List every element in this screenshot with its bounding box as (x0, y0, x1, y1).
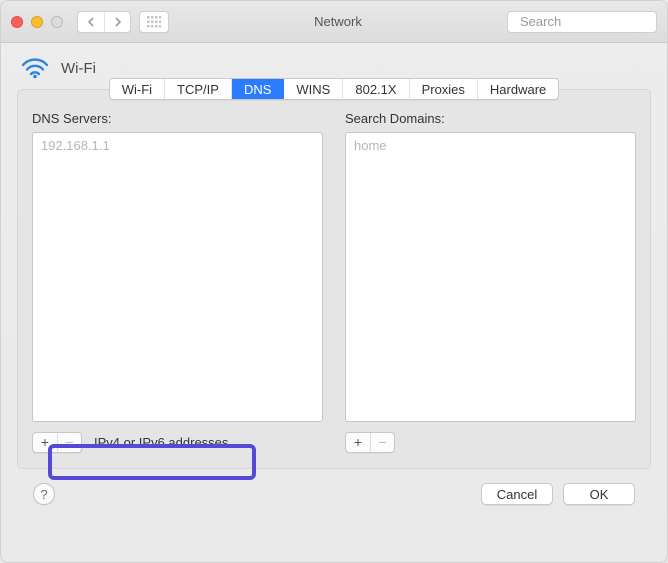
wifi-icon (21, 57, 49, 79)
help-button[interactable]: ? (33, 483, 55, 505)
dns-add-button[interactable]: + (33, 433, 57, 452)
close-window-button[interactable] (11, 16, 23, 28)
search-domains-controls: + − (345, 430, 636, 454)
titlebar: Network (1, 1, 667, 43)
dns-hint-label: IPv4 or IPv6 addresses (94, 435, 228, 450)
chevron-right-icon (114, 17, 122, 27)
interface-heading: Wi-Fi (17, 57, 651, 79)
grid-icon (147, 16, 161, 28)
tab-bar: Wi-Fi TCP/IP DNS WINS 802.1X Proxies Har… (32, 89, 636, 111)
dns-add-remove: + − (32, 432, 82, 453)
search-domains-label: Search Domains: (345, 111, 636, 126)
search-input[interactable] (520, 14, 668, 29)
search-domains-list[interactable]: home (345, 132, 636, 422)
back-button[interactable] (78, 12, 104, 32)
tab-tcpip[interactable]: TCP/IP (165, 79, 232, 99)
dns-servers-controls: + − IPv4 or IPv6 addresses (32, 430, 323, 454)
zoom-window-button[interactable] (51, 16, 63, 28)
tab-wins[interactable]: WINS (284, 79, 343, 99)
search-field[interactable] (507, 11, 657, 33)
list-item[interactable]: home (354, 137, 627, 155)
forward-button[interactable] (104, 12, 130, 32)
minimize-window-button[interactable] (31, 16, 43, 28)
footer: ? Cancel OK (17, 469, 651, 505)
window-controls (11, 16, 69, 28)
window-title: Network (177, 14, 499, 29)
interface-label: Wi-Fi (61, 60, 96, 77)
search-domains-column: Search Domains: home + − (345, 111, 636, 454)
dns-servers-label: DNS Servers: (32, 111, 323, 126)
chevron-left-icon (87, 17, 95, 27)
dns-remove-button[interactable]: − (57, 433, 81, 452)
tab-proxies[interactable]: Proxies (410, 79, 478, 99)
ok-button[interactable]: OK (563, 483, 635, 505)
tab-wifi[interactable]: Wi-Fi (110, 79, 165, 99)
dns-columns: DNS Servers: 192.168.1.1 + − IPv4 or IPv… (32, 111, 636, 454)
tab-hardware[interactable]: Hardware (478, 79, 558, 99)
settings-panel: Wi-Fi TCP/IP DNS WINS 802.1X Proxies Har… (17, 89, 651, 469)
domain-add-button[interactable]: + (346, 433, 370, 452)
list-item[interactable]: 192.168.1.1 (41, 137, 314, 155)
show-all-button[interactable] (139, 11, 169, 33)
dns-servers-column: DNS Servers: 192.168.1.1 + − IPv4 or IPv… (32, 111, 323, 454)
dns-servers-list[interactable]: 192.168.1.1 (32, 132, 323, 422)
tab-dns[interactable]: DNS (232, 79, 284, 99)
tab-8021x[interactable]: 802.1X (343, 79, 409, 99)
tab-segmented-control: Wi-Fi TCP/IP DNS WINS 802.1X Proxies Har… (109, 78, 560, 100)
cancel-button[interactable]: Cancel (481, 483, 553, 505)
domain-remove-button[interactable]: − (370, 433, 394, 452)
network-preferences-window: Network Wi-Fi Wi-Fi (0, 0, 668, 563)
content-area: Wi-Fi Wi-Fi TCP/IP DNS WINS 802.1X Proxi… (1, 43, 667, 517)
domain-add-remove: + − (345, 432, 395, 453)
nav-back-forward (77, 11, 131, 33)
